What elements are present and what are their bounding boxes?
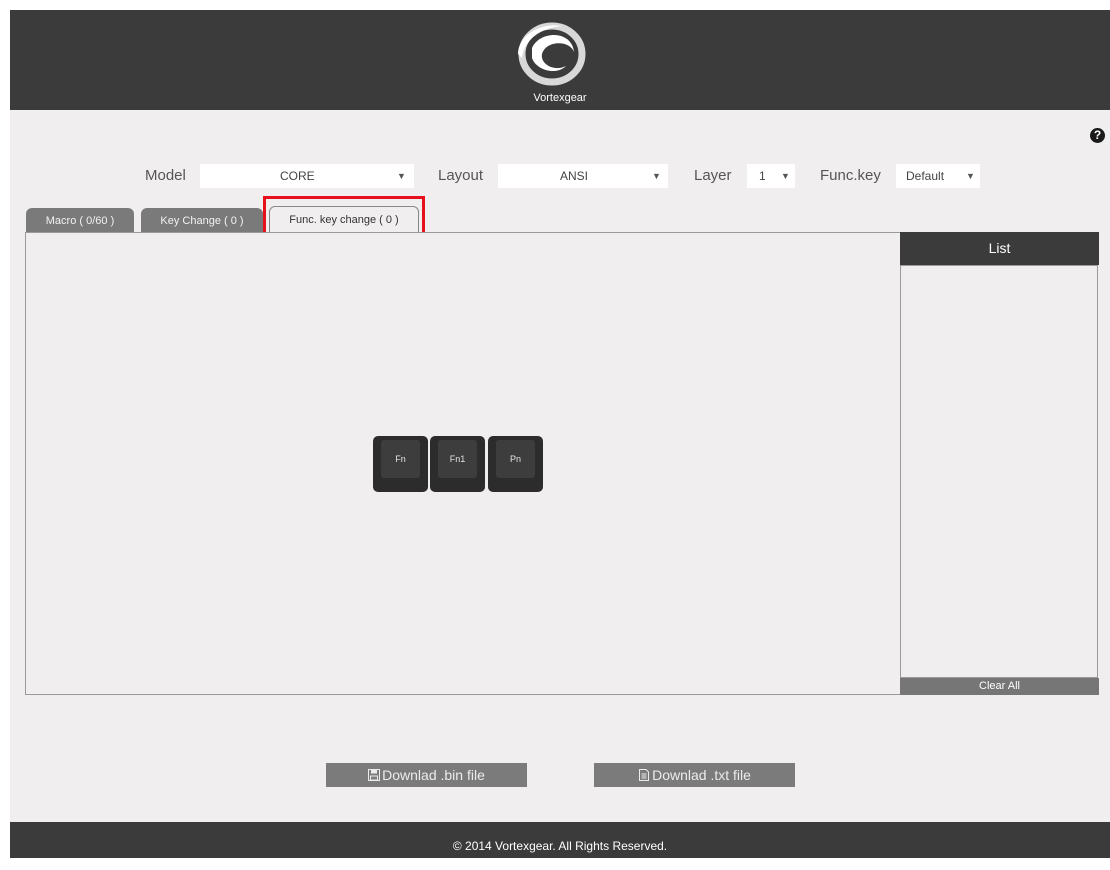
chevron-down-icon: ▼ xyxy=(652,171,661,181)
key-label: Fn xyxy=(381,440,420,478)
funckey-value: Default xyxy=(906,169,945,183)
help-icon[interactable]: ? xyxy=(1090,128,1105,143)
key-label: Fn1 xyxy=(438,440,477,478)
header-bar: Vortexgear xyxy=(10,10,1110,110)
list-title: List xyxy=(900,232,1099,265)
layer-select[interactable]: 1 ▼ xyxy=(747,164,795,188)
download-bin-button[interactable]: Downlad .bin file xyxy=(326,763,527,787)
layer-label: Layer xyxy=(694,167,732,184)
model-select[interactable]: CORE ▼ xyxy=(200,164,414,188)
layout-select[interactable]: ANSI ▼ xyxy=(498,164,668,188)
tab-macro[interactable]: Macro ( 0/60 ) xyxy=(26,208,134,234)
funckey-select[interactable]: Default ▼ xyxy=(896,164,980,188)
layer-value: 1 xyxy=(759,169,766,183)
tab-key-change[interactable]: Key Change ( 0 ) xyxy=(141,208,263,234)
key-fn[interactable]: Fn xyxy=(373,436,428,492)
app-frame: Vortexgear ? Model CORE ▼ Layout ANSI ▼ … xyxy=(10,10,1110,858)
key-label: Pn xyxy=(496,440,535,478)
layout-value: ANSI xyxy=(560,169,589,183)
chevron-down-icon: ▼ xyxy=(397,171,406,181)
key-pn[interactable]: Pn xyxy=(488,436,543,492)
model-value: CORE xyxy=(280,169,315,183)
chevron-down-icon: ▼ xyxy=(966,171,975,181)
model-label: Model xyxy=(145,167,186,184)
key-fn1[interactable]: Fn1 xyxy=(430,436,485,492)
list-body[interactable] xyxy=(900,265,1098,678)
clear-all-button[interactable]: Clear All xyxy=(900,678,1099,695)
document-icon xyxy=(639,769,650,781)
vortexgear-logo xyxy=(518,22,586,86)
save-icon xyxy=(368,769,381,781)
chevron-down-icon: ▼ xyxy=(781,171,790,181)
funckey-label: Func.key xyxy=(820,167,881,184)
footer: © 2014 Vortexgear. All Rights Reserved. xyxy=(10,822,1110,858)
download-txt-label: Downlad .txt file xyxy=(652,767,751,783)
download-txt-button[interactable]: Downlad .txt file xyxy=(594,763,795,787)
layout-label: Layout xyxy=(438,167,484,184)
brand-name: Vortexgear xyxy=(533,92,587,104)
download-bin-label: Downlad .bin file xyxy=(382,767,485,783)
